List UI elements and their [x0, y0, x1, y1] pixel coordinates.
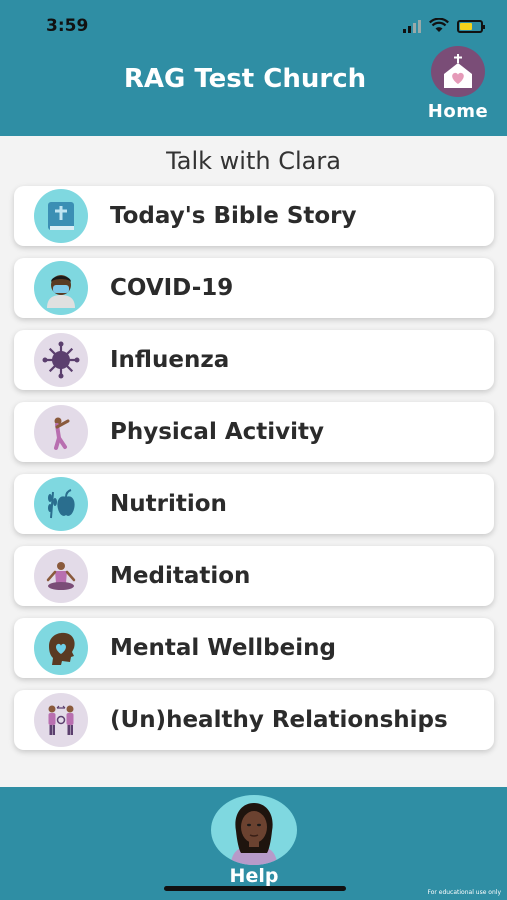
relationship-icon [34, 693, 88, 747]
menu-item-influenza[interactable]: Influenza [14, 330, 494, 390]
home-label: Home [427, 101, 489, 122]
status-time: 3:59 [46, 16, 89, 36]
masked-person-icon [34, 261, 88, 315]
menu-item-mental-wellbeing[interactable]: Mental Wellbeing [14, 618, 494, 678]
menu-item-label: Meditation [110, 563, 251, 589]
status-icons [403, 18, 485, 33]
menu-item-covid[interactable]: COVID-19 [14, 258, 494, 318]
menu-item-label: Mental Wellbeing [110, 635, 336, 661]
church-heart-icon [431, 46, 485, 97]
home-button[interactable]: Home [420, 46, 496, 122]
help-label: Help [229, 865, 279, 887]
menu-item-label: Today's Bible Story [110, 203, 357, 229]
footnote: For educational use only [427, 889, 501, 896]
menu-item-label: COVID-19 [110, 275, 234, 301]
menu-item-label: Physical Activity [110, 419, 325, 445]
menu-item-physical-activity[interactable]: Physical Activity [14, 402, 494, 462]
bible-icon [34, 189, 88, 243]
virus-icon [34, 333, 88, 387]
menu-item-nutrition[interactable]: Nutrition [14, 474, 494, 534]
stretching-person-icon [34, 405, 88, 459]
app-header: 3:59 RAG Test Church Home [0, 0, 507, 136]
meditation-icon [34, 549, 88, 603]
signal-icon [403, 19, 421, 33]
page-subtitle: Talk with Clara [166, 147, 341, 175]
clara-avatar [211, 795, 297, 865]
menu-item-relationships[interactable]: (Un)healthy Relationships [14, 690, 494, 750]
menu-item-label: Influenza [110, 347, 230, 373]
home-indicator[interactable] [164, 886, 346, 891]
battery-charging-icon [457, 20, 485, 33]
app-title: RAG Test Church [123, 64, 367, 94]
menu-item-label: (Un)healthy Relationships [110, 707, 448, 733]
menu-item-meditation[interactable]: Meditation [14, 546, 494, 606]
head-heart-icon [34, 621, 88, 675]
wifi-icon [429, 18, 449, 32]
help-button[interactable]: Help [207, 795, 301, 891]
topic-menu: Today's Bible Story COVID-19 Influenza P… [14, 186, 494, 762]
menu-item-bible-story[interactable]: Today's Bible Story [14, 186, 494, 246]
apple-wheat-icon [34, 477, 88, 531]
menu-item-label: Nutrition [110, 491, 227, 517]
